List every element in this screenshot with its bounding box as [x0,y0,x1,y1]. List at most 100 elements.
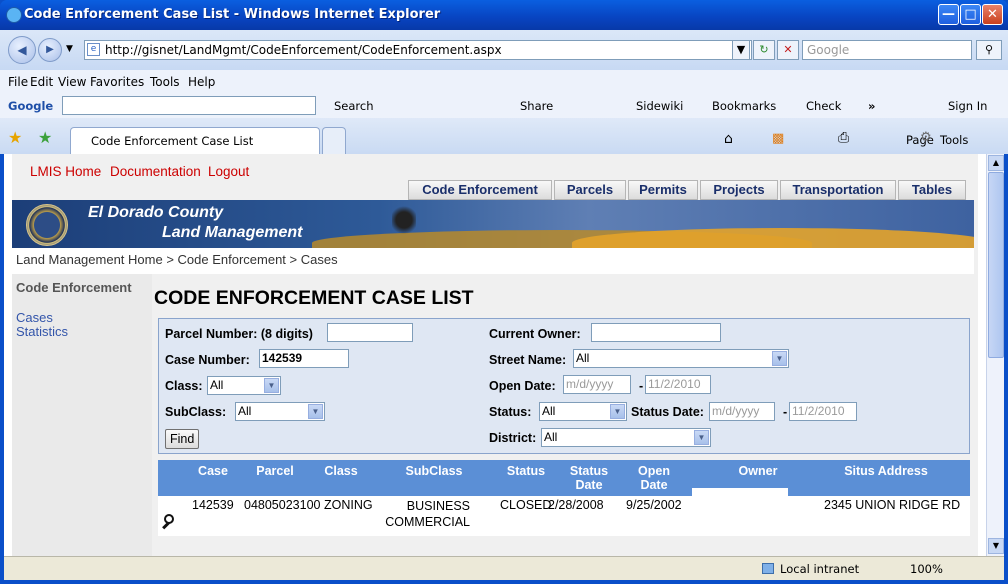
tools-menu[interactable]: Tools [940,133,968,147]
col-situs-address[interactable]: Situs Address [834,464,938,478]
status-select-value: All [542,404,556,418]
status-date-from-input[interactable]: m/d/yyyy [709,402,775,421]
nav-tab-parcels[interactable]: Parcels [554,180,626,200]
scroll-down-icon[interactable]: ▼ [988,538,1004,554]
street-name-label: Street Name: [489,353,567,367]
cell-open-date: 9/25/2002 [626,498,682,512]
share-button[interactable]: Share [520,99,553,113]
chevron-down-icon: ▼ [772,351,787,366]
street-name-select[interactable]: All ▼ [573,349,789,368]
subclass-select[interactable]: All ▼ [235,402,325,421]
current-owner-input[interactable] [591,323,721,342]
district-label: District: [489,431,537,445]
search-icon[interactable]: ⚲ [976,40,1002,60]
scroll-up-icon[interactable]: ▲ [988,155,1004,171]
case-number-label: Case Number: [165,353,250,367]
nav-tab-transportation[interactable]: Transportation [780,180,896,200]
forward-button[interactable]: ▶ [38,38,62,62]
address-row: ◀ ▶ ▼ http://gisnet/LandMgmt/CodeEnforce… [0,30,1008,70]
window-frame-right [1004,154,1008,584]
sidewiki-button[interactable]: Sidewiki [636,99,683,113]
feeds-icon[interactable]: ▩ [772,131,784,146]
district-select-value: All [544,430,558,444]
google-search-button[interactable]: Search [334,99,374,113]
col-parcel[interactable]: Parcel [250,464,300,478]
left-nav-cases-link[interactable]: Cases [16,310,53,325]
district-select[interactable]: All ▼ [541,428,711,447]
vertical-scrollbar[interactable]: ▲ ▼ [986,154,1005,556]
scroll-thumb[interactable] [988,172,1004,358]
lmis-home-link[interactable]: LMIS Home [30,164,101,179]
left-nav-statistics-link[interactable]: Statistics [16,324,68,339]
menu-tools[interactable]: Tools [150,75,180,89]
menu-file[interactable]: File [8,75,28,89]
search-input[interactable]: Google [802,40,972,60]
nav-tab-code-enforcement[interactable]: Code Enforcement [408,180,552,200]
col-case[interactable]: Case [188,464,238,478]
status-select[interactable]: All ▼ [539,402,627,421]
refresh-icon[interactable]: ↻ [753,40,775,60]
check-button[interactable]: Check [806,99,841,113]
documentation-link[interactable]: Documentation [110,164,201,179]
maximize-button[interactable]: □ [960,4,981,25]
chevron-down-icon: ▼ [610,404,625,419]
nav-tab-projects[interactable]: Projects [700,180,778,200]
print-icon[interactable]: ⎙ [838,130,849,146]
col-status[interactable]: Status [498,464,554,478]
address-input[interactable]: http://gisnet/LandMgmt/CodeEnforcement/C… [84,40,752,60]
search-panel: Parcel Number: (8 digits) Case Number: 1… [158,318,970,454]
left-nav: Code Enforcement Cases Statistics [12,274,152,556]
page-content: LMIS Home Documentation Logout Code Enfo… [4,154,986,556]
county-name: El Dorado County [88,204,224,221]
cell-status-date: 2/28/2008 [548,498,604,512]
class-select[interactable]: All ▼ [207,376,281,395]
new-tab-button[interactable] [322,127,346,154]
magnifier-handle [162,521,170,530]
zoom-level[interactable]: 100% [910,562,943,576]
tab-bar: ★ ★ Code Enforcement Case List ⌂ ▩ ⎙ Pag… [0,118,1008,154]
case-number-input[interactable]: 142539 [259,349,349,368]
nav-tab-permits[interactable]: Permits [628,180,698,200]
favorites-star-icon[interactable]: ★ [8,128,22,147]
find-button[interactable]: Find [165,429,200,449]
col-open-date[interactable]: Open Date [634,464,674,492]
bookmarks-button[interactable]: Bookmarks [712,99,776,113]
col-subclass[interactable]: SubClass [398,464,470,478]
home-icon[interactable]: ⌂ [724,131,733,147]
menu-edit[interactable]: Edit [30,75,53,89]
google-logo: Google [8,99,54,113]
google-search-input[interactable] [62,96,316,115]
col-class[interactable]: Class [318,464,364,478]
open-date-from-input[interactable]: m/d/yyyy [563,375,631,394]
add-favorite-icon[interactable]: ★ [38,128,52,147]
status-label: Status: [489,405,532,419]
status-date-to-input[interactable]: 11/2/2010 [789,402,857,421]
history-dropdown-icon[interactable]: ▼ [66,44,73,54]
logout-link[interactable]: Logout [208,164,249,179]
subclass-label: SubClass: [165,405,227,419]
open-date-to-input[interactable]: 11/2/2010 [645,375,711,394]
stop-icon[interactable]: ✕ [777,40,799,60]
col-status-date[interactable]: Status Date [564,464,614,492]
menu-help[interactable]: Help [188,75,215,89]
sign-in-button[interactable]: Sign In [948,99,987,113]
cell-status: CLOSED [500,498,552,512]
table-row[interactable]: 142539 04805023100 ZONING BUSINESS COMME… [158,496,970,536]
nav-tab-tables[interactable]: Tables [898,180,966,200]
col-owner[interactable]: Owner [718,464,798,478]
address-dropdown-icon[interactable]: ▼ [732,40,750,60]
class-select-value: All [210,378,224,392]
more-chevron-icon[interactable]: » [868,99,875,113]
close-button[interactable]: ✕ [982,4,1003,25]
left-nav-heading: Code Enforcement [16,280,132,295]
window-title: Code Enforcement Case List - Windows Int… [24,7,441,22]
parcel-number-input[interactable] [327,323,413,342]
current-owner-label: Current Owner: [489,327,581,341]
breadcrumb[interactable]: Land Management Home > Code Enforcement … [16,252,338,267]
tab-code-enforcement[interactable]: Code Enforcement Case List [70,127,320,154]
minimize-button[interactable]: — [938,4,959,25]
back-button[interactable]: ◀ [8,36,36,64]
menu-view[interactable]: View [58,75,86,89]
menu-favorites[interactable]: Favorites [90,75,144,89]
status-date-label: Status Date: [631,405,704,419]
